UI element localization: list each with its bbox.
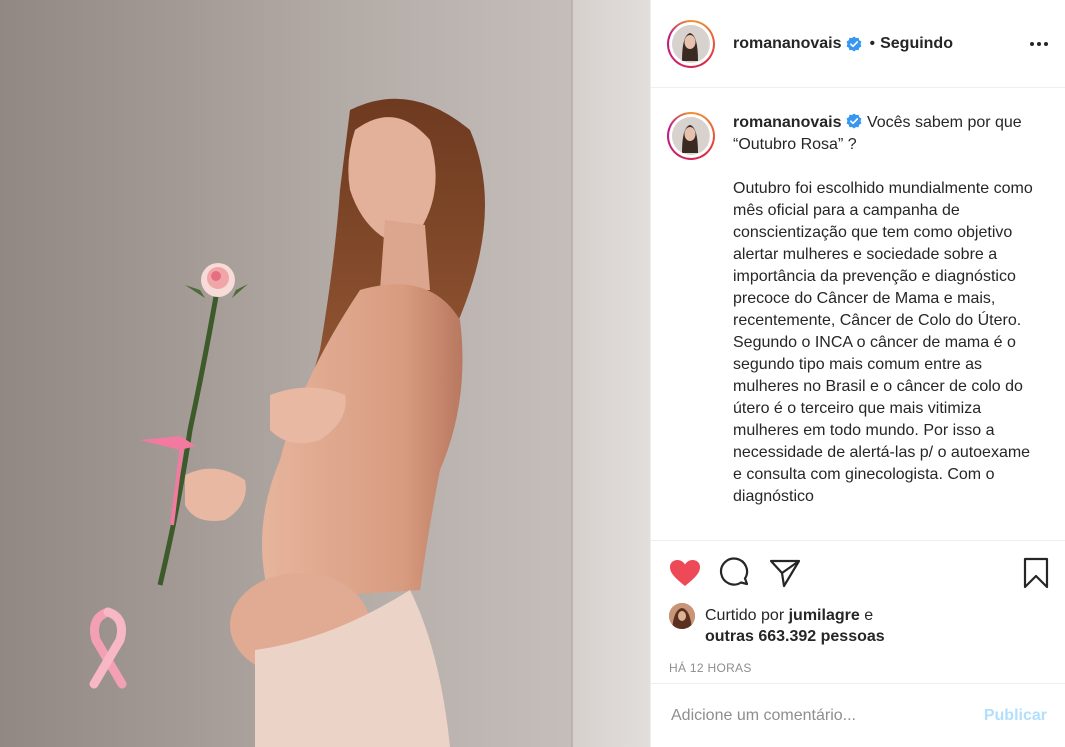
publish-button[interactable]: Publicar xyxy=(984,707,1047,725)
post-caption: romananovais Vocês sabem por que “Outubr… xyxy=(651,88,1065,540)
verified-badge-icon xyxy=(847,113,862,129)
action-icons xyxy=(651,541,1065,605)
post-actions: Curtido por jumilagre e outras 663.392 p… xyxy=(651,540,1065,675)
post-side-panel: romananovais • Seguindo romananovais Voc… xyxy=(650,0,1065,747)
likes-text: Curtido por jumilagre e outras 663.392 p… xyxy=(705,605,885,647)
following-button[interactable]: Seguindo xyxy=(880,35,953,53)
heart-filled-icon[interactable] xyxy=(669,557,705,589)
liker-username[interactable]: jumilagre xyxy=(789,607,860,624)
likes-prefix: Curtido por xyxy=(705,607,785,624)
likes-conjunction: e xyxy=(864,607,874,624)
verified-badge-icon xyxy=(847,36,862,51)
bookmark-icon[interactable] xyxy=(1023,557,1049,594)
post-timestamp[interactable]: HÁ 12 HORAS xyxy=(651,647,1065,675)
more-options-icon[interactable] xyxy=(1029,34,1049,54)
likes-count-link[interactable]: outras 663.392 pessoas xyxy=(705,628,885,645)
comment-icon[interactable] xyxy=(719,557,755,589)
author-info: romananovais • Seguindo xyxy=(733,35,953,53)
share-icon[interactable] xyxy=(769,557,805,589)
comment-form: Publicar xyxy=(651,683,1065,747)
comment-input[interactable] xyxy=(671,706,984,725)
author-username[interactable]: romananovais xyxy=(733,35,841,53)
caption-avatar[interactable] xyxy=(667,112,715,160)
post-image xyxy=(0,0,650,747)
liker-avatar[interactable] xyxy=(669,603,695,629)
likes-summary: Curtido por jumilagre e outras 663.392 p… xyxy=(651,603,1065,647)
caption-text: romananovais Vocês sabem por que “Outubr… xyxy=(733,112,1033,540)
caption-paragraph: Outubro foi escolhido mundialmente como … xyxy=(733,180,1033,505)
author-avatar[interactable] xyxy=(667,19,715,68)
follow-separator: • xyxy=(869,34,876,52)
caption-username[interactable]: romananovais xyxy=(733,114,841,131)
post-photo[interactable] xyxy=(0,0,650,747)
post-header: romananovais • Seguindo xyxy=(651,0,1065,88)
